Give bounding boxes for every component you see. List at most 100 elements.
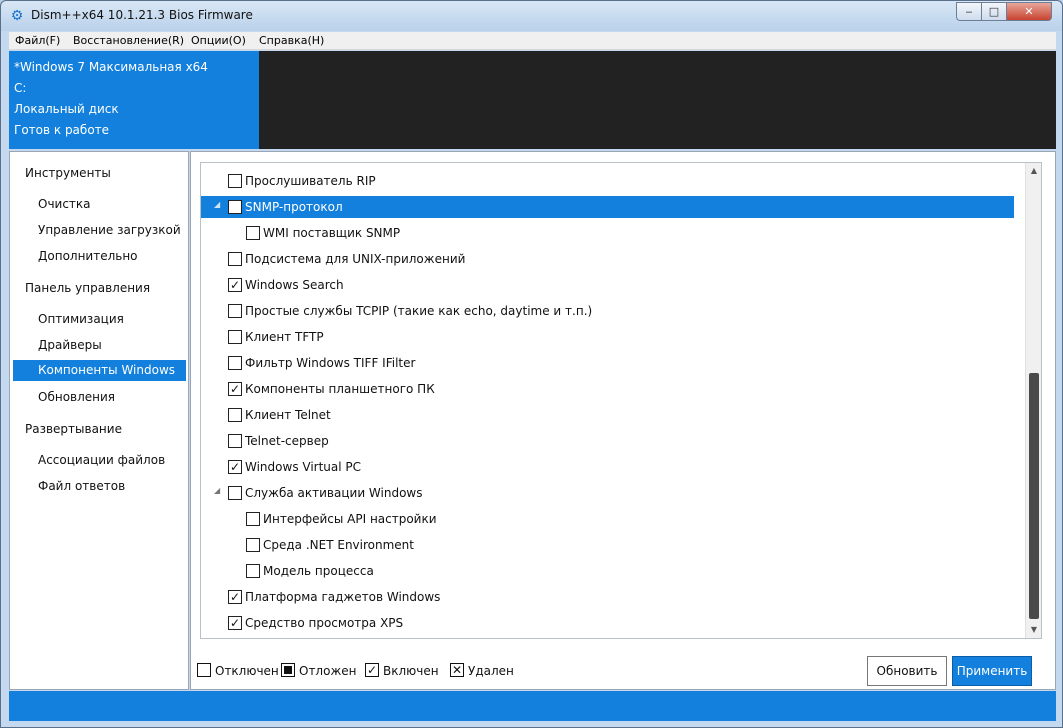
menu-bar: Файл(F) Восстановление(R) Опции(O) Справ… xyxy=(9,32,1056,50)
component-label: SNMP-протокол xyxy=(245,200,343,214)
title-bar[interactable]: ⚙ Dism++x64 10.1.21.3 Bios Firmware ‒ □ … xyxy=(1,1,1062,31)
app-window: ⚙ Dism++x64 10.1.21.3 Bios Firmware ‒ □ … xyxy=(0,0,1063,728)
component-row[interactable]: ✓ Платформа гаджетов Windows xyxy=(201,586,1014,608)
checkbox-checked[interactable]: ✓ xyxy=(228,278,242,292)
checkbox-unchecked[interactable] xyxy=(228,330,242,344)
cross-icon: ✕ xyxy=(450,663,464,677)
scroll-up-arrow-icon[interactable]: ▲ xyxy=(1026,163,1041,179)
component-row[interactable]: ✓ Windows Search xyxy=(201,274,1014,296)
component-row[interactable]: ✓ Средство просмотра XPS xyxy=(201,612,1014,634)
checkbox-unchecked[interactable] xyxy=(228,252,242,266)
component-label: Клиент TFTP xyxy=(245,330,324,344)
checkbox-checked[interactable]: ✓ xyxy=(228,590,242,604)
checkbox-unchecked[interactable] xyxy=(228,174,242,188)
component-label: Модель процесса xyxy=(263,564,374,578)
component-row[interactable]: ✓ Компоненты планшетного ПК xyxy=(201,378,1014,400)
component-row[interactable]: Прослушиватель RIP xyxy=(201,170,1014,192)
component-row[interactable]: WMI поставщик SNMP xyxy=(201,222,1014,244)
checkbox-unchecked[interactable] xyxy=(228,408,242,422)
legend-enabled-label: Включен xyxy=(383,664,439,678)
apply-button[interactable]: Применить xyxy=(952,656,1032,686)
scroll-down-arrow-icon[interactable]: ▼ xyxy=(1026,622,1041,638)
session-panel xyxy=(259,51,1056,149)
menu-restore[interactable]: Восстановление(R) xyxy=(73,34,184,47)
legend-pending-label: Отложен xyxy=(299,664,357,678)
nav-group-control-panel: Панель управления xyxy=(25,281,151,295)
component-row[interactable]: Подсистема для UNIX-приложений xyxy=(201,248,1014,270)
component-row[interactable]: ✓ Windows Virtual PC xyxy=(201,456,1014,478)
close-button[interactable]: ✕ xyxy=(1006,2,1052,21)
component-label: Средство просмотра XPS xyxy=(245,616,404,630)
checkbox-unchecked[interactable] xyxy=(228,356,242,370)
sidebar-item-file-associations[interactable]: Ассоциации файлов xyxy=(38,453,165,467)
component-label: Среда .NET Environment xyxy=(263,538,414,552)
components-pane: ✓ Средство просмотра XPS ✓ Платформа гаджет… xyxy=(190,151,1056,690)
sidebar-item-optimization[interactable]: Оптимизация xyxy=(38,312,124,326)
refresh-button[interactable]: Обновить xyxy=(867,656,947,686)
component-row[interactable]: Модель процесса xyxy=(201,560,1014,582)
legend-disabled-label: Отключен xyxy=(215,664,279,678)
component-label: Подсистема для UNIX-приложений xyxy=(245,252,466,266)
component-row[interactable]: ◢ SNMP-протокол xyxy=(201,196,1014,218)
checkbox-filled-icon xyxy=(281,663,295,677)
minimize-button[interactable]: ‒ xyxy=(956,2,982,21)
component-row[interactable]: Клиент Telnet xyxy=(201,404,1014,426)
image-info-panel[interactable]: *Windows 7 Максимальная x64 C: Локальный… xyxy=(9,51,259,149)
components-tree[interactable]: ✓ Средство просмотра XPS ✓ Платформа гаджет… xyxy=(200,162,1042,639)
component-row[interactable]: Telnet-сервер xyxy=(201,430,1014,452)
checkbox-unchecked[interactable] xyxy=(246,226,260,240)
checkbox-checked[interactable]: ✓ xyxy=(228,382,242,396)
component-label: WMI поставщик SNMP xyxy=(263,226,401,240)
checkbox-unchecked[interactable] xyxy=(246,564,260,578)
menu-file[interactable]: Файл(F) xyxy=(15,34,60,47)
checkbox-unchecked[interactable] xyxy=(246,512,260,526)
sidebar: Инструменты Очистка Управление загрузкой… xyxy=(9,151,189,690)
status-text: Готов к работе xyxy=(14,123,110,137)
sidebar-item-advanced[interactable]: Дополнительно xyxy=(38,249,138,263)
status-bar xyxy=(9,691,1056,721)
sidebar-item-windows-components[interactable]: Компоненты Windows xyxy=(13,360,186,381)
component-label: Интерфейсы API настройки xyxy=(263,512,437,526)
checkbox-empty-icon xyxy=(197,663,211,677)
component-row[interactable]: Интерфейсы API настройки xyxy=(201,508,1014,530)
drive-letter: C: xyxy=(14,81,27,95)
component-label: Компоненты планшетного ПК xyxy=(245,382,435,396)
window-title: Dism++x64 10.1.21.3 Bios Firmware xyxy=(31,8,253,22)
triangle-expander-icon[interactable]: ◢ xyxy=(214,487,222,495)
component-row[interactable]: Среда .NET Environment xyxy=(201,534,1014,556)
component-row[interactable]: Клиент TFTP xyxy=(201,326,1014,348)
sidebar-item-answer-file[interactable]: Файл ответов xyxy=(38,479,125,493)
nav-group-tools: Инструменты xyxy=(25,166,111,180)
component-label: Windows Search xyxy=(245,278,344,292)
checkbox-unchecked[interactable] xyxy=(228,304,242,318)
gear-icon: ⚙ xyxy=(10,8,24,24)
legend-removed-label: Удален xyxy=(468,664,514,678)
component-label: Прослушиватель RIP xyxy=(245,174,376,188)
maximize-button[interactable]: □ xyxy=(981,2,1007,21)
menu-options[interactable]: Опции(O) xyxy=(191,34,246,47)
component-label: Служба активации Windows xyxy=(245,486,423,500)
sidebar-item-drivers[interactable]: Драйверы xyxy=(38,338,102,352)
disk-type: Локальный диск xyxy=(14,102,119,116)
checkbox-unchecked[interactable] xyxy=(228,486,242,500)
scroll-thumb[interactable] xyxy=(1029,373,1039,619)
checkbox-checked[interactable]: ✓ xyxy=(228,460,242,474)
component-label: Простые службы TCPIP (такие как echo, da… xyxy=(245,304,593,318)
menu-help[interactable]: Справка(H) xyxy=(259,34,324,47)
component-label: Telnet-сервер xyxy=(245,434,329,448)
component-label: Клиент Telnet xyxy=(245,408,331,422)
component-row[interactable]: ◢ Служба активации Windows xyxy=(201,482,1014,504)
triangle-expander-icon[interactable]: ◢ xyxy=(214,201,222,209)
sidebar-item-cleanup[interactable]: Очистка xyxy=(38,197,91,211)
checkbox-unchecked[interactable] xyxy=(228,200,242,214)
sidebar-item-updates[interactable]: Обновления xyxy=(38,390,115,404)
component-row[interactable]: Фильтр Windows TIFF IFilter xyxy=(201,352,1014,374)
checkbox-checked[interactable]: ✓ xyxy=(228,616,242,630)
vertical-scrollbar[interactable]: ▲ ▼ xyxy=(1025,163,1041,638)
checkbox-unchecked[interactable] xyxy=(228,434,242,448)
nav-group-deployment: Развертывание xyxy=(25,422,122,436)
component-label: Фильтр Windows TIFF IFilter xyxy=(245,356,416,370)
sidebar-item-boot-manager[interactable]: Управление загрузкой xyxy=(38,223,181,237)
checkbox-unchecked[interactable] xyxy=(246,538,260,552)
component-row[interactable]: Простые службы TCPIP (такие как echo, da… xyxy=(201,300,1014,322)
